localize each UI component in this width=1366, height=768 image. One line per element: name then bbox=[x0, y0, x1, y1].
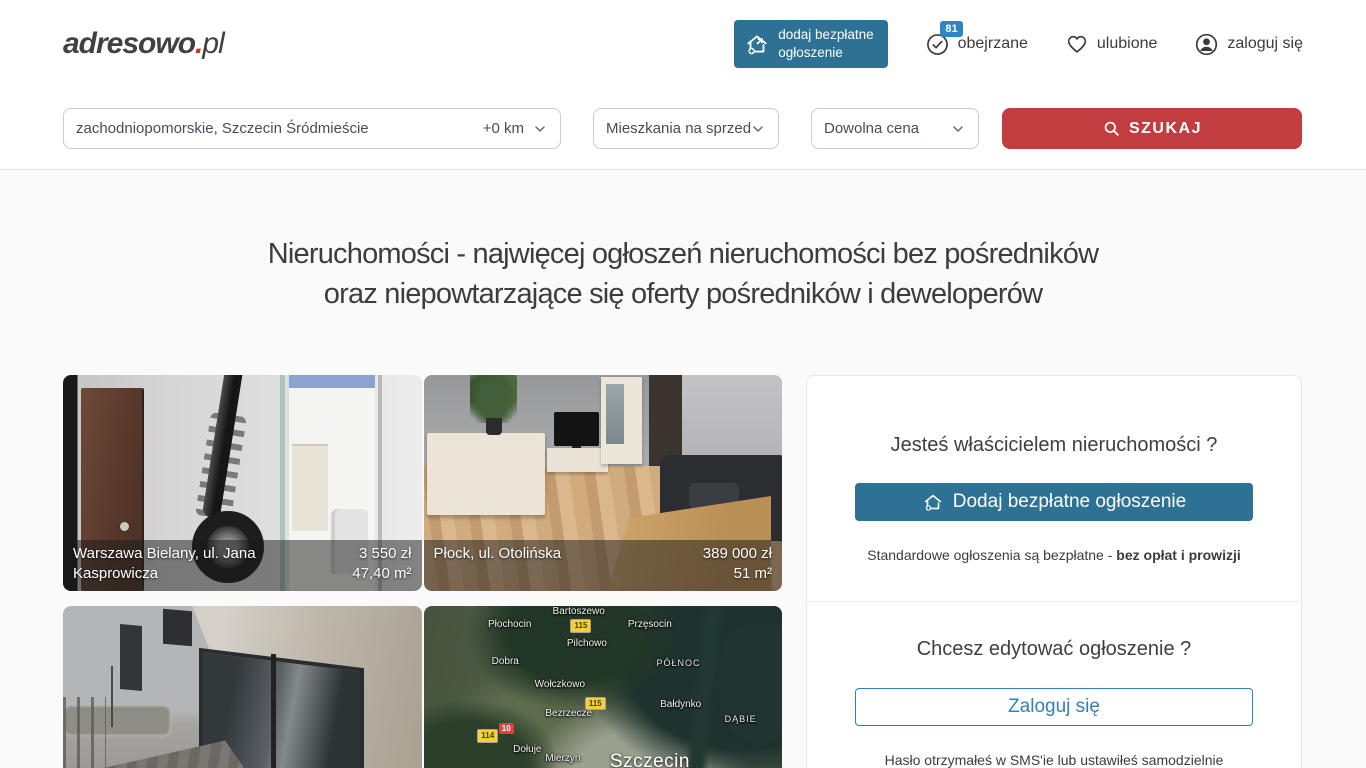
listing-location: Warszawa Bielany, ul. Jana Kasprowicza bbox=[73, 544, 288, 584]
add-listing-button[interactable]: dodaj bezpłatne ogłoszenie bbox=[734, 20, 887, 67]
page-title: Nieruchomości - najwięcej ogłoszeń nieru… bbox=[0, 170, 1366, 314]
check-circle-icon: 81 bbox=[924, 31, 951, 58]
edit-note: Hasło otrzymałeś w SMS'ie lub ustawiłeś … bbox=[855, 752, 1253, 768]
login-label: zaloguj się bbox=[1227, 35, 1303, 53]
main-content: Nieruchomości - najwięcej ogłoszeń nieru… bbox=[0, 170, 1366, 768]
location-input[interactable]: zachodniopomorskie, Szczecin Śródmieście… bbox=[63, 108, 561, 149]
house-plus-icon bbox=[922, 491, 944, 513]
listings-grid: Warszawa Bielany, ul. Jana Kasprowicza 3… bbox=[63, 375, 782, 768]
owner-note: Standardowe ogłoszenia są bezpłatne - be… bbox=[855, 547, 1253, 563]
viewed-label: obejrzane bbox=[958, 35, 1028, 53]
chevron-down-icon bbox=[750, 121, 766, 137]
listing-card[interactable]: Bartoszewo Przęsocin Pilchowo PÓŁNOC Dob… bbox=[424, 606, 783, 768]
listing-location: Płock, ul. Otolińska bbox=[434, 544, 562, 584]
owner-section: Jesteś właścicielem nieruchomości ? Doda… bbox=[807, 376, 1301, 601]
listing-card[interactable]: Warszawa Bielany, ul. Jana Kasprowicza 3… bbox=[63, 375, 422, 591]
search-button[interactable]: SZUKAJ bbox=[1002, 108, 1302, 149]
edit-section: Chcesz edytować ogłoszenie ? Zaloguj się… bbox=[807, 601, 1301, 768]
listing-caption: Warszawa Bielany, ul. Jana Kasprowicza 3… bbox=[63, 540, 422, 591]
chevron-down-icon bbox=[950, 121, 966, 137]
price-select[interactable]: Dowolna cena bbox=[811, 108, 979, 149]
topbar: adresowo.pl dodaj bezpłatne ogłoszenie bbox=[0, 0, 1366, 88]
listing-price: 3 550 zł bbox=[352, 544, 411, 564]
logo-name: adresowo bbox=[63, 27, 195, 60]
radius-value: +0 km bbox=[483, 120, 532, 137]
heart-icon bbox=[1064, 31, 1090, 57]
add-listing-label: dodaj bezpłatne ogłoszenie bbox=[778, 26, 873, 61]
add-free-listing-label: Dodaj bezpłatne ogłoszenie bbox=[953, 491, 1186, 513]
user-circle-icon bbox=[1193, 31, 1220, 58]
favorites-label: ulubione bbox=[1097, 35, 1158, 53]
logo-tld: pl bbox=[202, 27, 223, 60]
owner-title: Jesteś właścicielem nieruchomości ? bbox=[855, 434, 1253, 457]
listing-card[interactable]: Łańcut, ul. Jana Pawła II 5 500 zł bbox=[63, 606, 422, 768]
sidebar-panel: Jesteś właścicielem nieruchomości ? Doda… bbox=[806, 375, 1302, 768]
login-button[interactable]: Zaloguj się bbox=[855, 688, 1253, 726]
search-bar: zachodniopomorskie, Szczecin Śródmieście… bbox=[0, 108, 1366, 169]
viewed-count-badge: 81 bbox=[940, 21, 962, 37]
search-icon bbox=[1102, 119, 1121, 138]
login-button-label: Zaloguj się bbox=[1008, 696, 1100, 718]
chevron-down-icon bbox=[532, 121, 548, 137]
add-free-listing-button[interactable]: Dodaj bezpłatne ogłoszenie bbox=[855, 483, 1253, 521]
viewed-link[interactable]: 81 obejrzane bbox=[924, 31, 1028, 58]
category-value: Mieszkania na sprzeda bbox=[606, 120, 750, 137]
favorites-link[interactable]: ulubione bbox=[1064, 31, 1158, 57]
listing-area: 51 m² bbox=[703, 564, 772, 584]
search-button-label: SZUKAJ bbox=[1129, 120, 1202, 138]
map-city-label: Szczecin bbox=[610, 751, 690, 768]
house-plus-icon bbox=[744, 31, 770, 57]
edit-title: Chcesz edytować ogłoszenie ? bbox=[855, 638, 1253, 661]
listing-caption: Płock, ul. Otolińska 389 000 zł 51 m² bbox=[424, 540, 783, 591]
login-link[interactable]: zaloguj się bbox=[1193, 31, 1303, 58]
top-actions: dodaj bezpłatne ogłoszenie 81 obejrzane … bbox=[734, 20, 1303, 67]
listing-area: 47,40 m² bbox=[352, 564, 411, 584]
logo[interactable]: adresowo.pl bbox=[63, 27, 224, 61]
listing-price: 389 000 zł bbox=[703, 544, 772, 564]
listing-card[interactable]: Płock, ul. Otolińska 389 000 zł 51 m² bbox=[424, 375, 783, 591]
location-value: zachodniopomorskie, Szczecin Śródmieście bbox=[76, 120, 369, 137]
price-value: Dowolna cena bbox=[824, 120, 950, 137]
category-select[interactable]: Mieszkania na sprzeda bbox=[593, 108, 779, 149]
